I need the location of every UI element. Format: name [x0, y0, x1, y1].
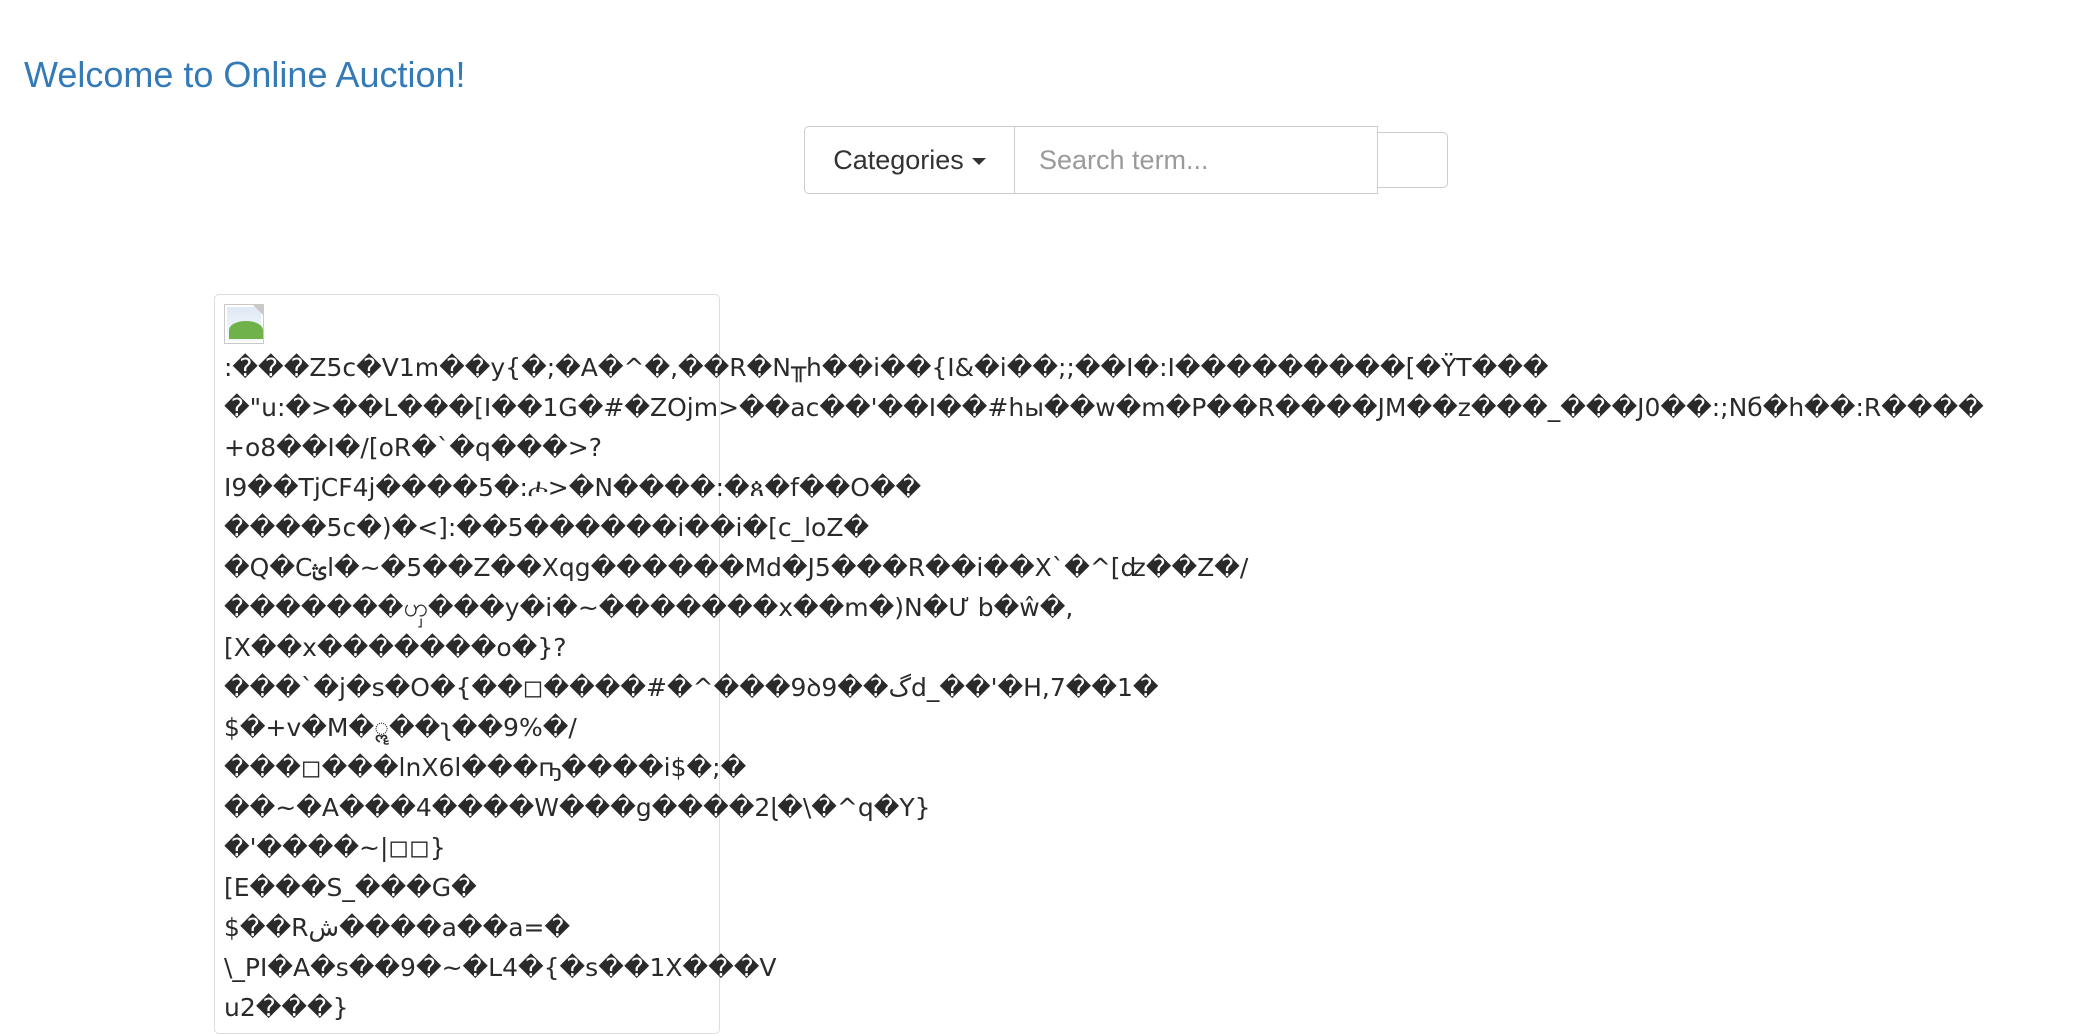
search-button[interactable]: [1378, 132, 1448, 188]
description-line: u2���}: [224, 993, 349, 1022]
broken-image-icon: [224, 304, 264, 344]
description-line: [E���S_���G�: [224, 873, 477, 902]
description-line: $�+v�M�ॣ��ʅ��9%�/: [224, 713, 577, 742]
caret-down-icon: [971, 158, 986, 165]
description-line: [X��x�������o�}?: [224, 633, 567, 662]
description-line: �'����~|◻◻}: [224, 833, 446, 862]
categories-label: Categories: [833, 144, 964, 175]
description-line: ����5c�)�<]:��5������i��i�[c_loZ�: [224, 513, 870, 542]
description-line: ��~�A���4����W���g����2ɭ�\�^q�Y}: [224, 793, 931, 822]
description-line: :���Z5c�V1m��y{�;�A�^�,��R�N╥h��i��{I&�i…: [224, 353, 1549, 382]
description-line: \_PI�A�s��9�~�L4�{�s��1X���V: [224, 953, 777, 982]
site-brand-link[interactable]: Welcome to Online Auction!: [24, 54, 466, 96]
categories-dropdown-button[interactable]: Categories: [804, 126, 1014, 194]
description-line: �"u:�>��L���[I��1G�#�ZOjm>��ac��'��I��#h…: [224, 393, 1984, 422]
description-line: �Q�Cؿl�~�5��Z��Xqg������Md�J5���R��i��X`…: [224, 553, 1249, 582]
description-line: �������ၯ���y�i�~�������x��m�)N�Ư b�ŵ�,: [224, 593, 1074, 622]
description-line: ���`�j�s�O�{��◻����#�^���9ꝺ9��گd_��'�H,7…: [224, 673, 1159, 702]
description-line: $��Rش����a��a=�: [224, 913, 571, 942]
search-input[interactable]: [1014, 126, 1378, 194]
item-description: :���Z5c�V1m��y{�;�A�^�,��R�N╥h��i��{I&�i…: [224, 348, 2084, 1028]
search-bar: Categories: [804, 126, 1448, 194]
description-line: +o8��I�/[oR�`�q���>?: [224, 433, 603, 462]
description-line: ���◻���lnX6l���ҧ����i$�;�: [224, 753, 747, 782]
description-line: I9��TjCF4j����5�:ሖ>�N����:�ጰ�f��O��: [224, 473, 922, 502]
